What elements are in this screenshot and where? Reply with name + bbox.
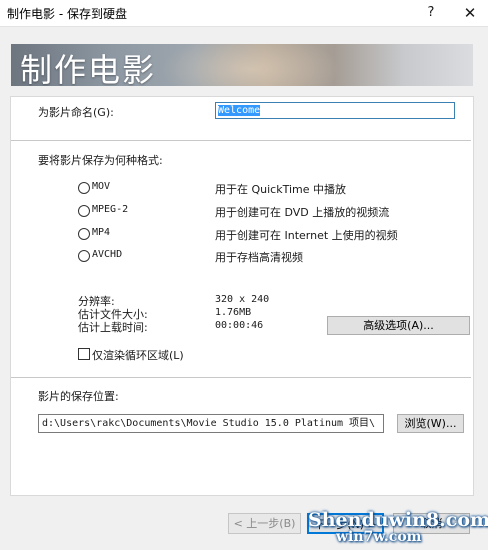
watermark-line1: Shenduwin8.com — [308, 509, 488, 531]
separator — [11, 377, 471, 378]
watermark-line2: win7w.com — [336, 529, 422, 545]
option-mp4-label[interactable]: MP4 — [92, 227, 110, 238]
movie-name-input[interactable]: Welcome — [215, 102, 455, 119]
option-mpeg2-label[interactable]: MPEG-2 — [92, 204, 128, 215]
radio-mp4[interactable] — [78, 228, 90, 240]
header-banner: 制作电影 — [11, 44, 473, 86]
movie-name-value: Welcome — [218, 105, 261, 116]
upload-time-label: 估计上载时间: — [78, 321, 148, 334]
file-size-value: 1.76MB — [215, 307, 252, 318]
close-button[interactable]: ✕ — [452, 0, 488, 26]
save-location-label: 影片的保存位置: — [38, 390, 119, 403]
watermark-logo: Shenduwin8.com win7w.com — [308, 509, 488, 546]
save-path-field[interactable]: d:\Users\rakc\Documents\Movie Studio 15.… — [38, 414, 384, 433]
advanced-options-button[interactable]: 高级选项(A)... — [327, 316, 470, 335]
resolution-value: 320 x 240 — [215, 294, 270, 305]
option-mov-label[interactable]: MOV — [92, 181, 110, 192]
title-bar: 制作电影 - 保存到硬盘 ? ✕ — [0, 0, 488, 27]
radio-avchd[interactable] — [78, 250, 90, 262]
loop-region-label[interactable]: 仅渲染循环区域(L) — [92, 347, 184, 363]
back-button[interactable]: < 上一步(B) — [228, 513, 301, 534]
banner-heading: 制作电影 — [20, 51, 157, 86]
banner-glow — [161, 44, 341, 86]
option-mp4-desc: 用于创建可在 Internet 上使用的视频 — [215, 229, 398, 242]
help-button[interactable]: ? — [413, 0, 449, 26]
option-avchd-desc: 用于存档高清视频 — [215, 251, 303, 264]
radio-mpeg2[interactable] — [78, 205, 90, 217]
format-prompt: 要将影片保存为何种格式: — [38, 154, 163, 167]
option-avchd-label[interactable]: AVCHD — [92, 249, 122, 260]
option-mpeg2-desc: 用于创建可在 DVD 上播放的视频流 — [215, 206, 390, 219]
browse-button[interactable]: 浏览(W)... — [397, 414, 464, 433]
upload-time-value: 00:00:46 — [215, 320, 264, 331]
option-mov-desc: 用于在 QuickTime 中播放 — [215, 183, 347, 196]
radio-mov[interactable] — [78, 182, 90, 194]
window-title: 制作电影 - 保存到硬盘 — [7, 7, 127, 21]
loop-region-checkbox[interactable] — [78, 348, 90, 360]
movie-name-label: 为影片命名(G): — [38, 106, 114, 119]
separator — [11, 140, 471, 141]
